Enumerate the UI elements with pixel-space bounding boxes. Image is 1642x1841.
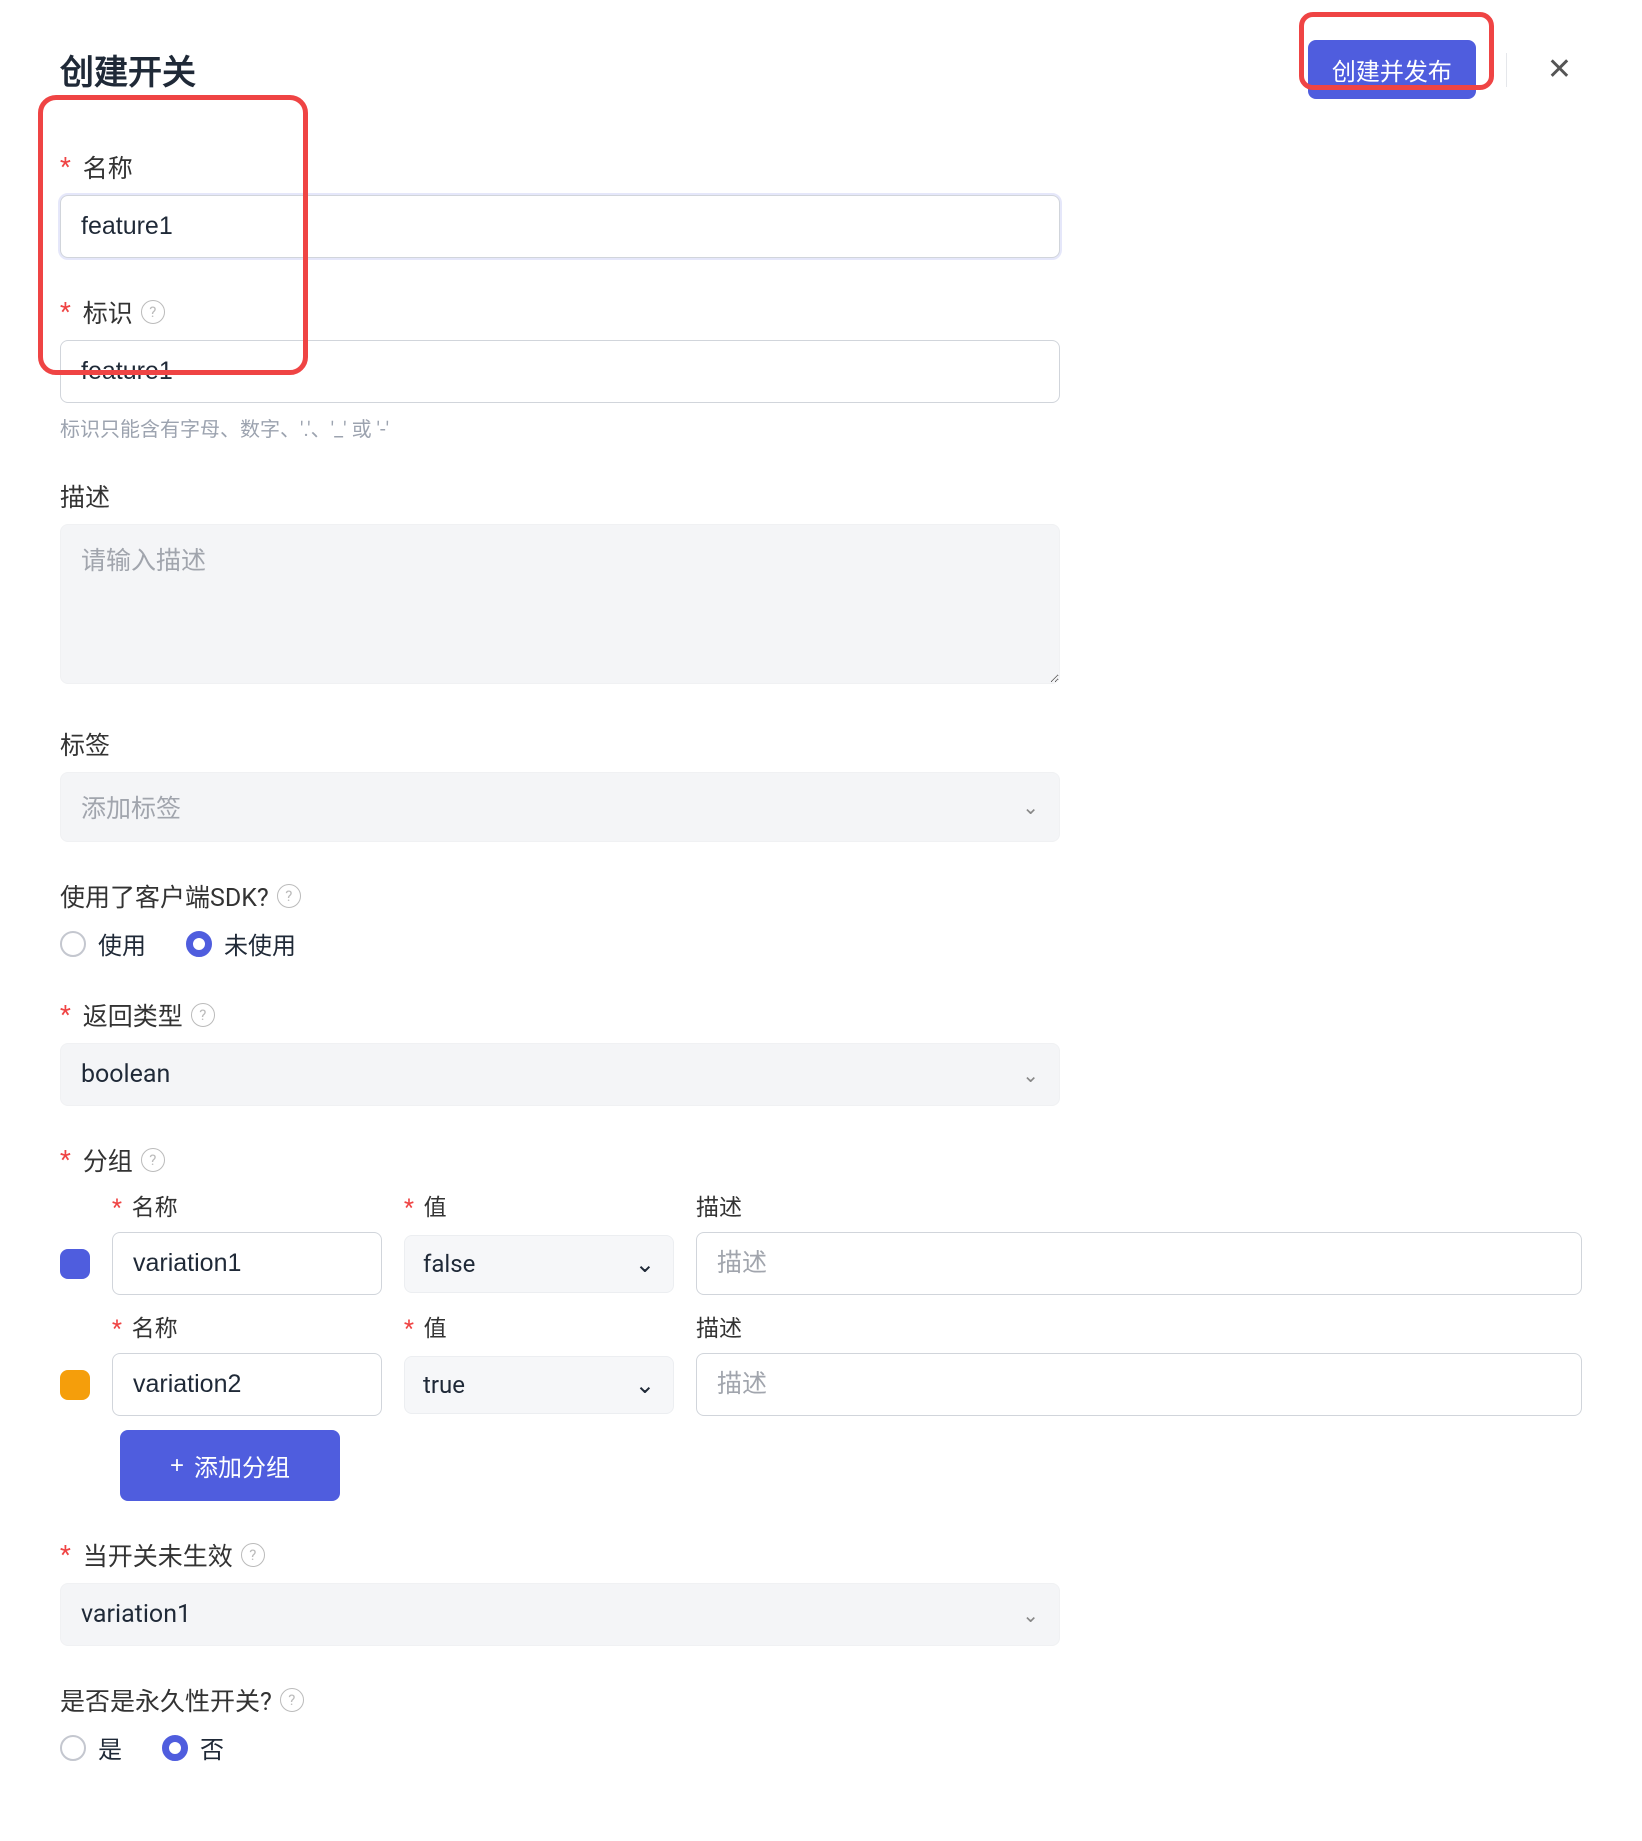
disabled-label: 当开关未生效 (83, 1537, 233, 1573)
required-asterisk: * (404, 1194, 414, 1221)
divider (1506, 53, 1507, 87)
variation-value: true (423, 1371, 465, 1399)
variation-row: false ⌄ (60, 1232, 1582, 1295)
chevron-down-icon: ⌄ (1022, 1603, 1039, 1627)
desc-label: 描述 (60, 478, 110, 514)
help-icon[interactable]: ? (241, 1543, 265, 1567)
variation-value-select[interactable]: true ⌄ (404, 1356, 674, 1414)
return-type-select[interactable]: boolean ⌄ (60, 1043, 1060, 1106)
required-asterisk: * (60, 153, 71, 182)
var-col-name-label: 名称 (132, 1194, 178, 1221)
key-input[interactable] (60, 340, 1060, 403)
chevron-down-icon: ⌄ (635, 1250, 655, 1278)
var-col-desc-label: 描述 (696, 1194, 742, 1221)
required-asterisk: * (60, 1541, 71, 1570)
plus-icon: + (170, 1452, 184, 1480)
var-col-desc-label: 描述 (696, 1315, 742, 1342)
permanent-radio-no[interactable]: 否 (162, 1730, 224, 1765)
tags-select[interactable]: 添加标签 ⌄ (60, 772, 1060, 842)
chevron-down-icon: ⌄ (635, 1371, 655, 1399)
create-publish-button[interactable]: 创建并发布 (1308, 40, 1476, 99)
sdk-use-label: 使用 (98, 926, 146, 961)
help-icon[interactable]: ? (141, 1148, 165, 1172)
add-variation-button[interactable]: + 添加分组 (120, 1430, 340, 1501)
variation-name-input[interactable] (112, 1353, 382, 1416)
variation-value-select[interactable]: false ⌄ (404, 1235, 674, 1293)
radio-icon-selected (162, 1735, 188, 1761)
return-type-value: boolean (81, 1060, 170, 1089)
disabled-select[interactable]: variation1 ⌄ (60, 1583, 1060, 1646)
desc-textarea[interactable] (60, 524, 1060, 684)
var-col-name-label: 名称 (132, 1315, 178, 1342)
required-asterisk: * (60, 1146, 71, 1175)
variation-label: 分组 (83, 1142, 133, 1178)
sdk-radio-use[interactable]: 使用 (60, 926, 146, 961)
radio-icon (60, 1735, 86, 1761)
radio-icon-selected (186, 931, 212, 957)
variation-desc-input[interactable] (696, 1353, 1582, 1416)
help-icon[interactable]: ? (141, 300, 165, 324)
required-asterisk: * (112, 1315, 122, 1342)
required-asterisk: * (404, 1315, 414, 1342)
variation-color-swatch (60, 1249, 90, 1279)
key-label: 标识 (83, 294, 133, 330)
variation-desc-input[interactable] (696, 1232, 1582, 1295)
chevron-down-icon: ⌄ (1022, 795, 1039, 819)
radio-icon (60, 931, 86, 957)
required-asterisk: * (60, 298, 71, 327)
sdk-notuse-label: 未使用 (224, 926, 296, 961)
sdk-label: 使用了客户端SDK? (60, 878, 269, 914)
help-icon[interactable]: ? (280, 1688, 304, 1712)
close-icon[interactable]: ✕ (1537, 48, 1582, 91)
required-asterisk: * (60, 1001, 71, 1030)
chevron-down-icon: ⌄ (1022, 1063, 1039, 1087)
help-icon[interactable]: ? (191, 1003, 215, 1027)
variation-row: true ⌄ (60, 1353, 1582, 1416)
permanent-radio-yes[interactable]: 是 (60, 1730, 122, 1765)
key-hint: 标识只能含有字母、数字、'.'、'_' 或 '-' (60, 413, 1582, 442)
tags-placeholder: 添加标签 (81, 789, 181, 825)
var-col-value-label: 值 (424, 1315, 447, 1342)
tags-label: 标签 (60, 726, 110, 762)
permanent-label: 是否是永久性开关? (60, 1682, 272, 1718)
disabled-value: variation1 (81, 1600, 191, 1629)
name-label: 名称 (83, 149, 133, 185)
permanent-yes-label: 是 (98, 1730, 122, 1765)
var-col-value-label: 值 (424, 1194, 447, 1221)
variation-value: false (423, 1250, 475, 1278)
sdk-radio-notuse[interactable]: 未使用 (186, 926, 296, 961)
add-variation-label: 添加分组 (194, 1448, 290, 1483)
help-icon[interactable]: ? (277, 884, 301, 908)
variation-color-swatch (60, 1370, 90, 1400)
return-type-label: 返回类型 (83, 997, 183, 1033)
variation-name-input[interactable] (112, 1232, 382, 1295)
required-asterisk: * (112, 1194, 122, 1221)
permanent-no-label: 否 (200, 1730, 224, 1765)
page-title: 创建开关 (60, 45, 196, 94)
name-input[interactable] (60, 195, 1060, 258)
